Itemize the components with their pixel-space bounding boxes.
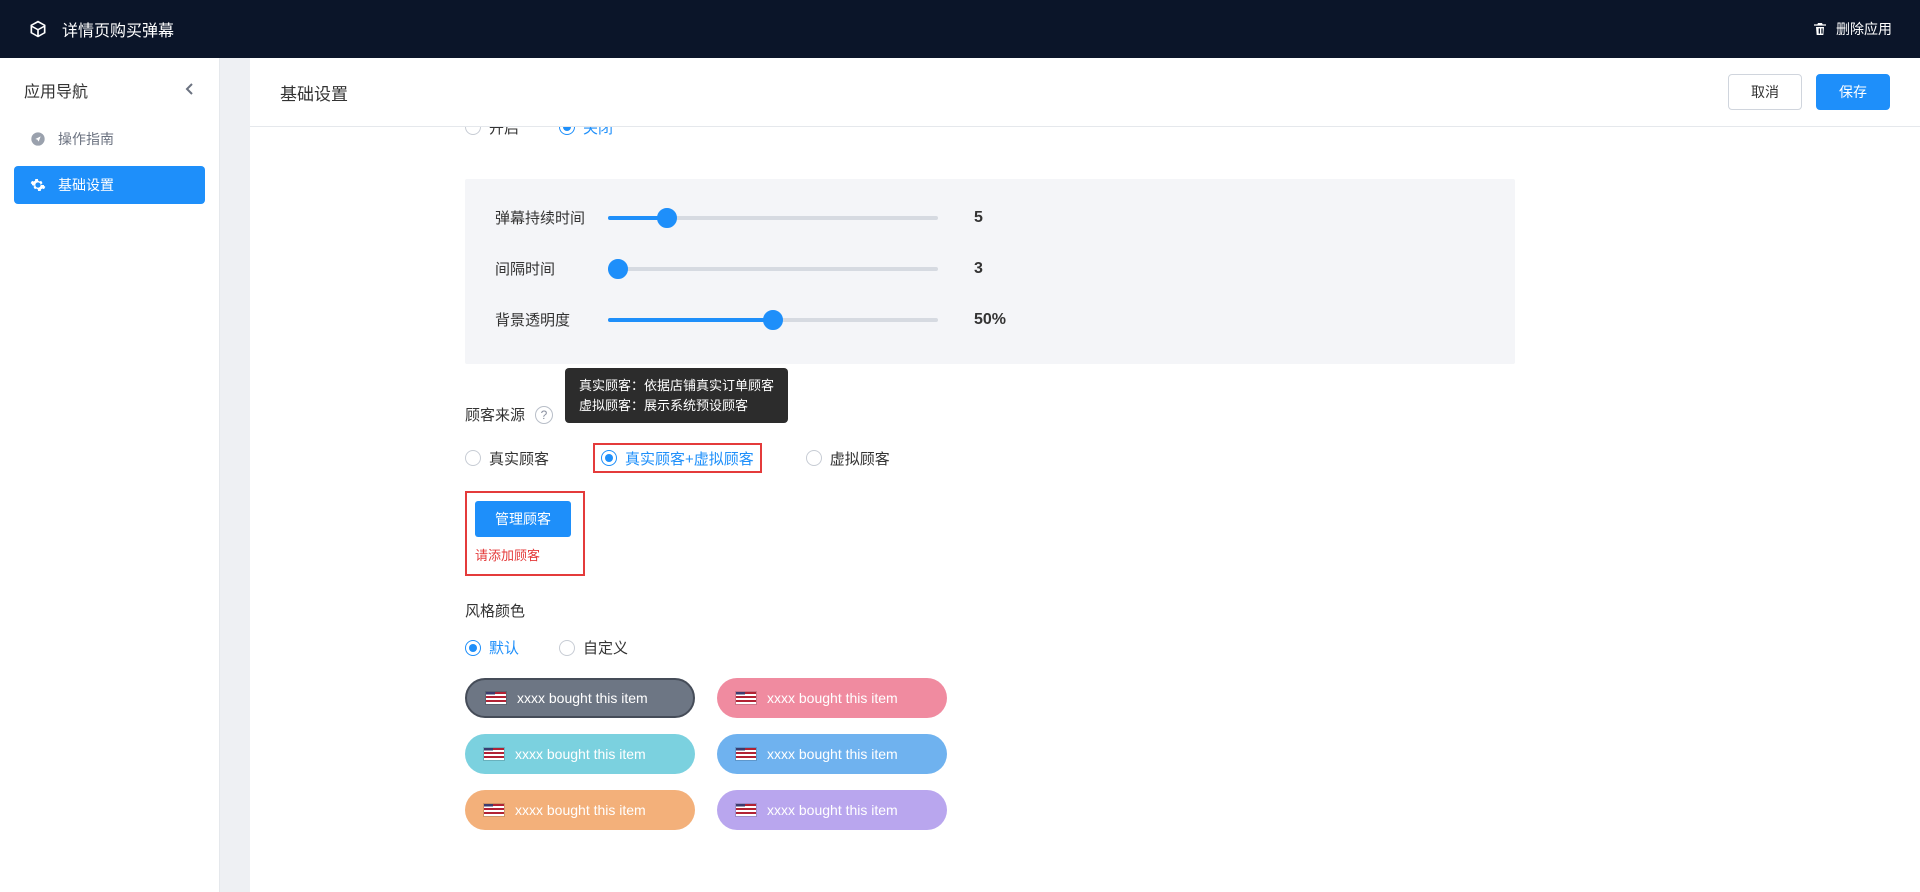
slider-opacity-label: 背景透明度 bbox=[495, 309, 590, 330]
radio-source-mixed[interactable]: 真实顾客+虚拟顾客 bbox=[593, 443, 762, 473]
open-close-radio-row: 开启 关闭 bbox=[465, 127, 1890, 149]
radio-source-real[interactable]: 真实顾客 bbox=[465, 448, 549, 469]
customer-source-label: 顾客来源 bbox=[465, 404, 525, 425]
slider-interval-label: 间隔时间 bbox=[495, 258, 590, 279]
style-chip-text: xxxx bought this item bbox=[767, 802, 898, 818]
flag-us-icon bbox=[735, 747, 757, 761]
style-color-title-row: 风格颜色 bbox=[465, 600, 1890, 621]
layout: 应用导航 操作指南 基础设置 基础设置 bbox=[0, 58, 1920, 892]
style-color-options: 默认 自定义 bbox=[465, 637, 1890, 658]
sidebar: 应用导航 操作指南 基础设置 bbox=[0, 58, 220, 892]
form-body: 开启 关闭 弹幕持续时间 bbox=[280, 127, 1890, 830]
style-chips: xxxx bought this item xxxx bought this it… bbox=[465, 678, 1890, 830]
radio-source-virtual[interactable]: 虚拟顾客 bbox=[806, 448, 890, 469]
style-chip-text: xxxx bought this item bbox=[767, 690, 898, 706]
slider-panel: 弹幕持续时间 5 间隔时间 bbox=[465, 179, 1515, 364]
delete-app-button[interactable]: 删除应用 bbox=[1812, 19, 1892, 39]
style-chip[interactable]: xxxx bought this item bbox=[465, 678, 695, 718]
manage-customer-error: 请添加顾客 bbox=[475, 545, 540, 564]
slider-opacity-row: 背景透明度 50% bbox=[495, 309, 1485, 330]
save-button[interactable]: 保存 bbox=[1816, 74, 1890, 110]
style-chip[interactable]: xxxx bought this item bbox=[717, 734, 947, 774]
radio-icon bbox=[601, 450, 617, 466]
slider-interval-value: 3 bbox=[974, 260, 983, 278]
radio-open[interactable]: 开启 bbox=[465, 127, 519, 138]
radio-icon bbox=[559, 127, 575, 135]
style-chip-text: xxxx bought this item bbox=[767, 746, 898, 762]
page-actions: 取消 保存 bbox=[1728, 74, 1890, 110]
slider-duration[interactable] bbox=[608, 209, 938, 227]
customer-source-section: 顾客来源 ? 真实顾客：依据店铺真实订单顾客 虚拟顾客：展示系统预设顾客 真实顾… bbox=[465, 404, 1890, 576]
flag-us-icon bbox=[735, 691, 757, 705]
radio-style-default-label: 默认 bbox=[489, 637, 519, 658]
tooltip-line2: 虚拟顾客：展示系统预设顾客 bbox=[579, 396, 774, 416]
radio-icon bbox=[465, 127, 481, 135]
main: 基础设置 取消 保存 开启 关闭 bbox=[250, 58, 1920, 892]
radio-close[interactable]: 关闭 bbox=[559, 127, 613, 138]
delete-app-label: 删除应用 bbox=[1836, 19, 1892, 39]
send-icon bbox=[30, 131, 46, 147]
customer-source-tooltip: 真实顾客：依据店铺真实订单顾客 虚拟顾客：展示系统预设顾客 bbox=[565, 368, 788, 423]
radio-open-label: 开启 bbox=[489, 127, 519, 138]
cube-icon bbox=[28, 19, 48, 39]
help-icon[interactable]: ? bbox=[535, 406, 553, 424]
radio-style-custom-label: 自定义 bbox=[583, 637, 628, 658]
slider-opacity-value: 50% bbox=[974, 311, 1006, 329]
slider-duration-value: 5 bbox=[974, 209, 983, 227]
trash-icon bbox=[1812, 21, 1828, 37]
sidebar-item-label: 操作指南 bbox=[58, 129, 114, 149]
slider-interval[interactable] bbox=[608, 260, 938, 278]
style-chip[interactable]: xxxx bought this item bbox=[465, 790, 695, 830]
flag-us-icon bbox=[483, 747, 505, 761]
style-color-section: 风格颜色 默认 自定义 xxxx bought this itemxxxx bo… bbox=[465, 600, 1890, 830]
page-header: 基础设置 取消 保存 bbox=[250, 58, 1920, 127]
customer-source-title-row: 顾客来源 ? 真实顾客：依据店铺真实订单顾客 虚拟顾客：展示系统预设顾客 bbox=[465, 404, 1890, 425]
slider-duration-row: 弹幕持续时间 5 bbox=[495, 207, 1485, 228]
style-chip[interactable]: xxxx bought this item bbox=[465, 734, 695, 774]
page-title: 基础设置 bbox=[280, 80, 348, 105]
radio-source-mixed-label: 真实顾客+虚拟顾客 bbox=[625, 448, 754, 469]
radio-style-custom[interactable]: 自定义 bbox=[559, 637, 628, 658]
radio-icon bbox=[559, 640, 575, 656]
flag-us-icon bbox=[735, 803, 757, 817]
customer-source-options: 真实顾客 真实顾客+虚拟顾客 虚拟顾客 bbox=[465, 443, 1890, 473]
slider-opacity[interactable] bbox=[608, 311, 938, 329]
style-color-label: 风格颜色 bbox=[465, 600, 525, 621]
style-chip[interactable]: xxxx bought this item bbox=[717, 790, 947, 830]
sidebar-header: 应用导航 bbox=[0, 58, 219, 120]
sidebar-title: 应用导航 bbox=[24, 78, 88, 102]
slider-duration-label: 弹幕持续时间 bbox=[495, 207, 590, 228]
gear-icon bbox=[30, 177, 46, 193]
top-bar: 详情页购买弹幕 删除应用 bbox=[0, 0, 1920, 58]
cancel-button[interactable]: 取消 bbox=[1728, 74, 1802, 110]
sidebar-nav: 操作指南 基础设置 bbox=[0, 120, 219, 204]
radio-icon bbox=[465, 640, 481, 656]
slider-interval-row: 间隔时间 3 bbox=[495, 258, 1485, 279]
style-chip-text: xxxx bought this item bbox=[515, 746, 646, 762]
style-chip-text: xxxx bought this item bbox=[517, 690, 648, 706]
manage-customer-block: 管理顾客 请添加顾客 bbox=[465, 491, 585, 576]
flag-us-icon bbox=[483, 803, 505, 817]
radio-icon bbox=[465, 450, 481, 466]
layout-gap bbox=[220, 58, 250, 892]
radio-close-label: 关闭 bbox=[583, 127, 613, 138]
app-title: 详情页购买弹幕 bbox=[62, 17, 174, 41]
style-chip[interactable]: xxxx bought this item bbox=[717, 678, 947, 718]
content: 开启 关闭 弹幕持续时间 bbox=[250, 127, 1920, 892]
collapse-sidebar-icon[interactable] bbox=[185, 82, 195, 98]
flag-us-icon bbox=[485, 691, 507, 705]
radio-source-virtual-label: 虚拟顾客 bbox=[830, 448, 890, 469]
sidebar-item-basic-settings[interactable]: 基础设置 bbox=[14, 166, 205, 204]
radio-icon bbox=[806, 450, 822, 466]
style-chip-text: xxxx bought this item bbox=[515, 802, 646, 818]
sidebar-item-guide[interactable]: 操作指南 bbox=[14, 120, 205, 158]
radio-source-real-label: 真实顾客 bbox=[489, 448, 549, 469]
top-bar-left: 详情页购买弹幕 bbox=[28, 17, 174, 41]
radio-style-default[interactable]: 默认 bbox=[465, 637, 519, 658]
tooltip-line1: 真实顾客：依据店铺真实订单顾客 bbox=[579, 376, 774, 396]
manage-customer-button[interactable]: 管理顾客 bbox=[475, 501, 571, 537]
sidebar-item-label: 基础设置 bbox=[58, 175, 114, 195]
